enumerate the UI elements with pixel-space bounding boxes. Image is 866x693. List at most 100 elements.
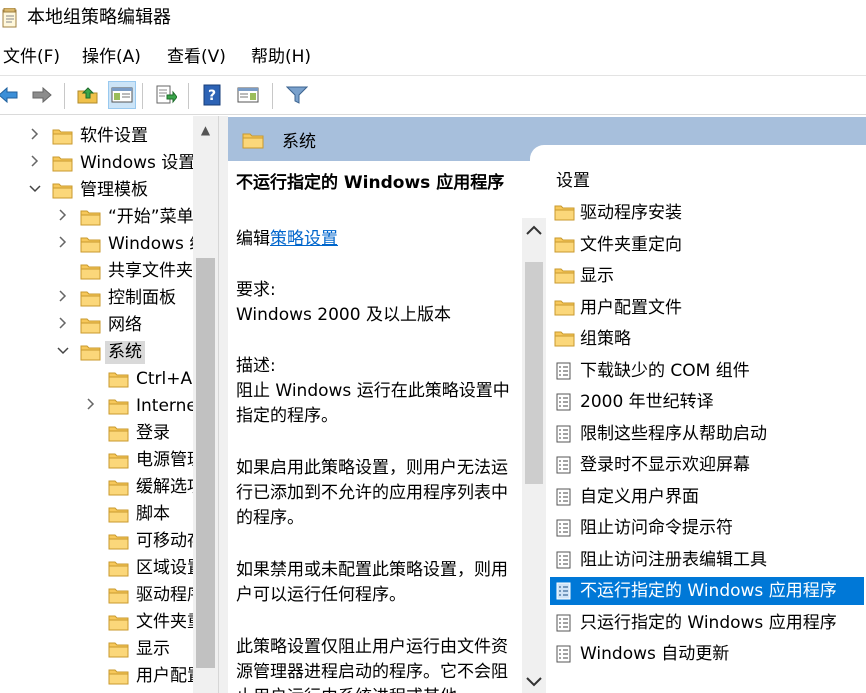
list-item-folder[interactable]: 驱动程序安装 xyxy=(550,199,864,227)
description-scrollbar-thumb[interactable] xyxy=(525,262,543,484)
chevron-right-icon[interactable] xyxy=(28,123,42,150)
extended-view-icon[interactable] xyxy=(234,81,262,109)
list-item-label: 组策略 xyxy=(580,329,631,349)
tree-item-label: 软件设置 xyxy=(80,126,148,146)
edit-policy-link[interactable]: 策略设置 xyxy=(270,229,338,249)
list-item-label: 阻止访问命令提示符 xyxy=(580,518,733,538)
tree-item[interactable]: 共享文件夹 xyxy=(0,258,200,285)
svg-text:?: ? xyxy=(208,88,216,104)
list-item-setting[interactable]: 只运行指定的 Windows 应用程序 xyxy=(550,609,864,637)
tree-scrollbar-thumb[interactable] xyxy=(196,258,215,668)
column-header-setting[interactable]: 设置 xyxy=(556,170,590,192)
folder-icon xyxy=(108,668,129,685)
requirements-value: Windows 2000 及以上版本 xyxy=(236,305,451,325)
tree-item[interactable]: 区域设置服务 xyxy=(0,555,218,582)
menu-action[interactable]: 操作(A) xyxy=(82,46,141,68)
policy-title: 不运行指定的 Windows 应用程序 xyxy=(236,173,505,193)
requirements-label: 要求: xyxy=(236,280,276,300)
list-item-label: 2000 年世纪转译 xyxy=(580,392,714,412)
list-item-setting[interactable]: Windows 自动更新 xyxy=(550,640,864,668)
folder-icon xyxy=(108,641,129,658)
chevron-down-icon[interactable] xyxy=(56,339,70,366)
chevron-right-icon[interactable] xyxy=(56,312,70,339)
tree-item-label: “开始”菜单 xyxy=(108,207,194,227)
list-item-label: 只运行指定的 Windows 应用程序 xyxy=(580,612,837,633)
list-item-setting[interactable]: 阻止访问命令提示符 xyxy=(550,514,864,542)
folder-icon xyxy=(554,330,575,348)
list-item-setting[interactable]: 不运行指定的 Windows 应用程序 xyxy=(550,577,864,605)
description-para-2: 如果启用此策略设置，则用户无法运行已添加到不允许的应用程序列表中的程序。 xyxy=(236,458,508,528)
filter-icon[interactable] xyxy=(283,81,311,109)
chevron-right-icon[interactable] xyxy=(56,285,70,312)
forward-arrow-icon[interactable] xyxy=(28,81,56,109)
tree-item[interactable]: Windows 设置 xyxy=(0,150,200,177)
list-item-folder[interactable]: 用户配置文件 xyxy=(550,294,864,322)
list-item-label: 下载缺少的 COM 组件 xyxy=(580,360,750,381)
back-arrow-icon[interactable] xyxy=(0,81,22,109)
pane-divider[interactable] xyxy=(218,116,228,693)
folder-icon xyxy=(108,506,129,523)
title-bar: 本地组策略编辑器 xyxy=(0,0,866,38)
tree-item[interactable]: 缓解选项 xyxy=(0,474,204,501)
folder-icon xyxy=(108,398,129,415)
tree-item[interactable]: 用户配置文件 xyxy=(0,663,218,690)
tree-item[interactable]: “开始”菜单 xyxy=(0,204,200,231)
description-scroll-up-icon[interactable] xyxy=(522,222,546,244)
list-item-folder[interactable]: 显示 xyxy=(550,262,864,290)
menu-view[interactable]: 查看(V) xyxy=(167,46,226,68)
policy-setting-icon xyxy=(554,645,574,663)
tree-item-label: 控制面板 xyxy=(108,288,176,308)
tree-item[interactable]: 可移动存储访问 xyxy=(0,528,218,555)
list-item-setting[interactable]: 2000 年世纪转译 xyxy=(550,388,864,416)
tree-item[interactable]: 网络 xyxy=(0,312,200,339)
tree-scroll-up-icon[interactable]: ▲ xyxy=(196,120,215,140)
list-item-folder[interactable]: 组策略 xyxy=(550,325,864,353)
tree-item[interactable]: Windows 组件 xyxy=(0,231,218,258)
folder-icon xyxy=(108,479,129,496)
help-icon[interactable]: ? xyxy=(198,81,226,109)
list-item-label: 文件夹重定向 xyxy=(580,234,682,255)
chevron-right-icon[interactable] xyxy=(56,231,70,258)
tree-item[interactable]: 系统 xyxy=(0,339,200,366)
export-list-icon[interactable] xyxy=(152,81,180,109)
tree-item-label: 管理模板 xyxy=(80,180,148,200)
tree-item[interactable]: 控制面板 xyxy=(0,285,200,312)
tree-item[interactable]: 软件设置 xyxy=(0,123,200,150)
policy-setting-icon xyxy=(554,425,574,443)
tree-item-label: 脚本 xyxy=(136,504,170,524)
tree-item[interactable]: 脚本 xyxy=(0,501,200,528)
tree-item[interactable]: Internet 通信管理 xyxy=(0,393,218,420)
list-item-label: 限制这些程序从帮助启动 xyxy=(580,423,767,444)
policy-setting-icon xyxy=(554,551,574,569)
up-folder-icon[interactable] xyxy=(74,81,102,109)
chevron-right-icon[interactable] xyxy=(28,150,42,177)
folder-icon xyxy=(108,533,129,550)
list-item-setting[interactable]: 阻止访问注册表编辑工具 xyxy=(550,546,864,574)
menu-help[interactable]: 帮助(H) xyxy=(251,46,311,68)
tree-item[interactable]: 驱动程序安装 xyxy=(0,582,218,609)
policy-setting-icon xyxy=(554,519,574,537)
chevron-right-icon[interactable] xyxy=(56,204,70,231)
tree-item[interactable]: 管理模板 xyxy=(0,177,200,204)
folder-icon xyxy=(554,236,575,254)
tree-item[interactable]: 登录 xyxy=(0,420,200,447)
menu-file[interactable]: 文件(F) xyxy=(3,46,60,68)
list-item-setting[interactable]: 自定义用户界面 xyxy=(550,483,864,511)
list-item-folder[interactable]: 文件夹重定向 xyxy=(550,231,864,259)
chevron-right-icon[interactable] xyxy=(84,393,98,420)
tree-item[interactable]: Ctrl+Alt+Del 选项 xyxy=(0,366,218,393)
chevron-down-icon[interactable] xyxy=(28,177,42,204)
tree-item[interactable]: 显示 xyxy=(0,636,200,663)
list-item-setting[interactable]: 限制这些程序从帮助启动 xyxy=(550,420,864,448)
list-item-setting[interactable]: 下载缺少的 COM 组件 xyxy=(550,357,864,385)
folder-icon xyxy=(80,263,101,280)
show-hide-tree-icon[interactable] xyxy=(108,81,136,109)
list-item-label: 登录时不显示欢迎屏幕 xyxy=(580,455,750,475)
folder-icon xyxy=(108,452,129,469)
tree-item[interactable]: 文件夹重定向 xyxy=(0,609,218,636)
tree-item[interactable]: 电源管理 xyxy=(0,447,204,474)
description-scroll-down-icon[interactable] xyxy=(522,674,546,692)
folder-icon xyxy=(554,204,575,222)
list-item-setting[interactable]: 登录时不显示欢迎屏幕 xyxy=(550,451,864,479)
folder-icon xyxy=(108,371,129,388)
